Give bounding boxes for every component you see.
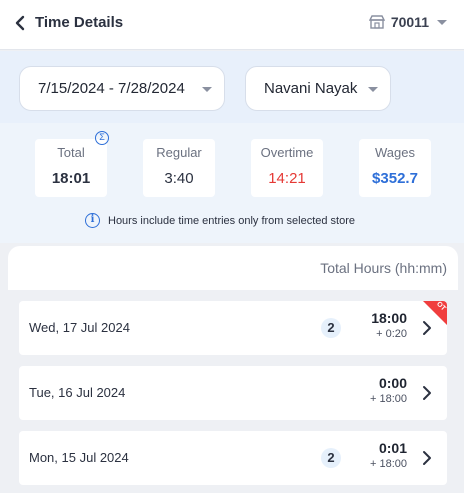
- sigma-icon[interactable]: Σ: [95, 131, 109, 145]
- total-hours-header: Total Hours (hh:mm): [320, 260, 447, 276]
- stat-label: Regular: [156, 145, 202, 160]
- stat-value: 18:01: [51, 170, 91, 187]
- day-hours: 0:01 + 18:00: [370, 440, 407, 470]
- filter-bar: 7/15/2024 - 7/28/2024 Navani Nayak: [0, 51, 464, 123]
- day-hours: 0:00 + 18:00: [370, 375, 407, 405]
- stat-label: Total: [57, 145, 85, 160]
- day-row[interactable]: Tue, 16 Jul 2024 0:00 + 18:00: [19, 366, 447, 420]
- stat-value: 3:40: [164, 170, 194, 187]
- store-icon: [368, 15, 385, 29]
- list-header: Total Hours (hh:mm): [8, 246, 458, 290]
- day-date: Tue, 16 Jul 2024: [29, 385, 126, 400]
- day-date: Wed, 17 Jul 2024: [29, 320, 130, 335]
- stat-overtime: Overtime 14:21: [251, 139, 323, 197]
- hours-extra: + 0:20: [376, 328, 407, 340]
- day-hours: 18:00 + 0:20: [371, 310, 407, 340]
- day-date: Mon, 15 Jul 2024: [29, 450, 129, 465]
- store-selector[interactable]: 70011: [368, 14, 447, 30]
- stat-label: Wages: [375, 145, 415, 160]
- employee-dropdown[interactable]: Navani Nayak: [245, 66, 391, 111]
- entry-count-badge: 2: [321, 318, 341, 338]
- summary-panel: Σ Total 18:01 Regular 3:40 Overtime 14:2…: [0, 123, 464, 243]
- day-row[interactable]: Mon, 15 Jul 2024 2 0:01 + 18:00: [19, 431, 447, 485]
- note-text: Hours include time entries only from sel…: [108, 214, 355, 227]
- hours-value: 0:01: [378, 440, 407, 456]
- top-bar: Time Details 70011: [0, 0, 464, 50]
- employee-value: Navani Nayak: [264, 80, 358, 97]
- hours-extra: + 18:00: [369, 393, 407, 405]
- back-button[interactable]: [10, 12, 30, 34]
- chevron-right-icon: [423, 386, 431, 400]
- chevron-right-icon: [423, 451, 431, 465]
- stat-total: Σ Total 18:01: [35, 131, 109, 197]
- chevron-down-icon: [202, 87, 212, 92]
- info-icon: i: [85, 213, 100, 228]
- date-range-dropdown[interactable]: 7/15/2024 - 7/28/2024: [19, 66, 225, 111]
- stat-value: 14:21: [268, 170, 306, 187]
- page-title: Time Details: [35, 14, 124, 31]
- stat-wages: Wages $352.7: [359, 139, 431, 197]
- stat-regular: Regular 3:40: [143, 139, 215, 197]
- chevron-down-icon: [368, 87, 378, 92]
- day-row[interactable]: Wed, 17 Jul 2024 2 18:00 + 0:20 OT: [19, 301, 447, 355]
- hours-value: 18:00: [371, 310, 407, 326]
- store-note: i Hours include time entries only from s…: [85, 213, 355, 228]
- store-number: 70011: [390, 14, 429, 30]
- hours-extra: + 18:00: [369, 458, 407, 470]
- chevron-down-icon: [437, 19, 447, 25]
- hours-value: 0:00: [378, 375, 407, 391]
- chevron-left-icon: [15, 15, 25, 31]
- entry-count-badge: 2: [321, 448, 341, 468]
- stat-label: Overtime: [260, 145, 314, 160]
- date-range-value: 7/15/2024 - 7/28/2024: [38, 80, 185, 97]
- stat-value: $352.7: [372, 170, 418, 187]
